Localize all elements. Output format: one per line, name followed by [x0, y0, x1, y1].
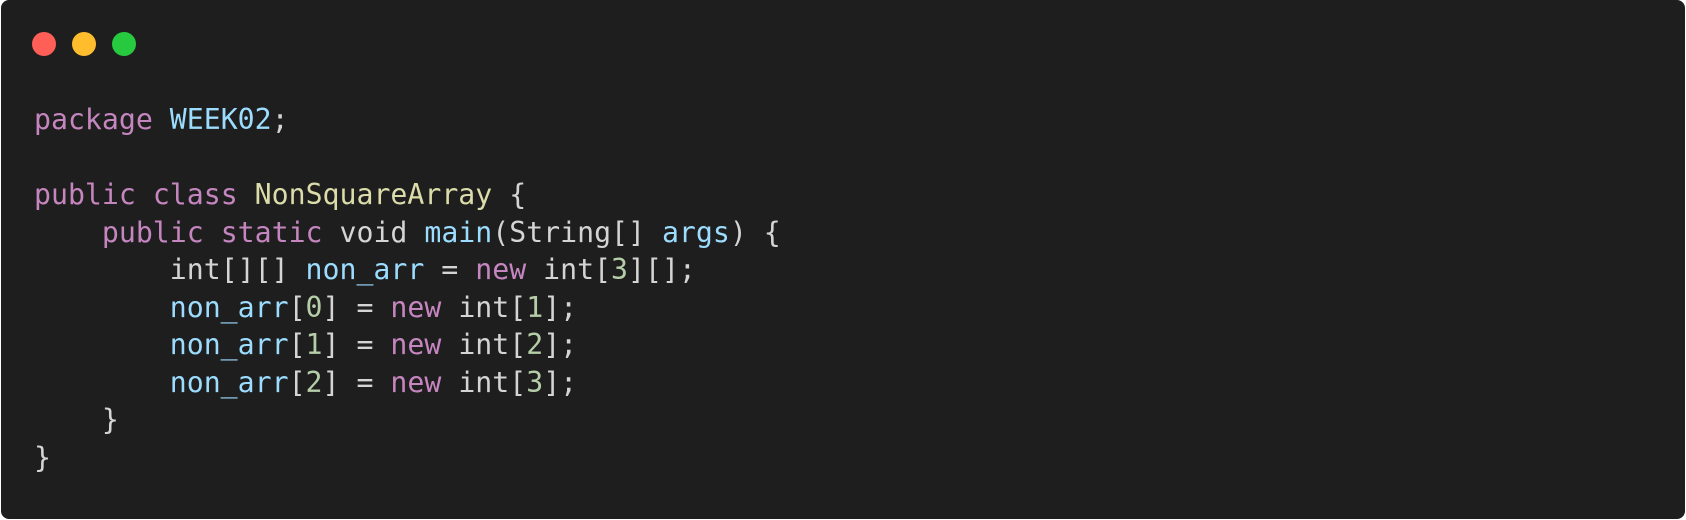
code-token-number: 1	[305, 328, 323, 361]
code-token-identifier: WEEK02	[169, 103, 272, 136]
code-token-plain: {	[492, 178, 527, 211]
code-token-number: 2	[526, 328, 544, 361]
code-token-identifier: non_arr	[305, 253, 425, 286]
code-token-plain: ];	[543, 328, 578, 361]
code-token-plain: }	[34, 440, 51, 474]
code-window: package WEEK02;​public class NonSquareAr…	[1, 0, 1685, 519]
code-line: non_arr[1] = new int[2];	[34, 326, 781, 364]
code-token-plain: [	[288, 365, 306, 399]
code-token-identifier: main	[424, 215, 493, 249]
code-line: ​	[34, 139, 781, 177]
code-line: }	[34, 401, 781, 439]
code-token-plain: ] =	[322, 365, 391, 399]
code-token-plain: int[	[441, 290, 527, 324]
code-block: package WEEK02;​public class NonSquareAr…	[34, 101, 781, 476]
code-token-identifier: non_arr	[169, 365, 289, 399]
code-token-number: 0	[305, 290, 323, 324]
maximize-button[interactable]	[112, 32, 136, 56]
code-token-plain: int[][]	[34, 253, 306, 286]
code-token-plain: ] =	[322, 290, 391, 324]
code-token-identifier: args	[661, 215, 730, 249]
code-token-keyword: static	[220, 215, 323, 249]
code-token-plain: }	[34, 403, 119, 436]
code-token-keyword: new	[390, 365, 442, 399]
code-token-plain: int[	[526, 253, 612, 286]
code-token-plain: ];	[543, 365, 578, 399]
code-token-identifier: non_arr	[169, 290, 289, 324]
window-controls	[32, 32, 136, 56]
code-token-number: 2	[305, 365, 323, 399]
code-line: }	[34, 439, 781, 477]
code-line: public class NonSquareArray {	[34, 176, 781, 214]
code-line: public static void main(String[] args) {	[34, 214, 781, 252]
code-line: non_arr[0] = new int[1];	[34, 289, 781, 327]
code-token-identifier: non_arr	[169, 328, 289, 361]
code-line: int[][] non_arr = new int[3][];	[34, 251, 781, 289]
code-token-keyword: public	[34, 178, 136, 211]
code-token-keyword: package	[34, 103, 153, 136]
code-token-plain: ];	[543, 290, 578, 324]
code-token-plain: (String[]	[492, 215, 662, 249]
code-line: package WEEK02;	[34, 101, 781, 139]
code-line: non_arr[2] = new int[3];	[34, 364, 781, 402]
code-token-number: 3	[526, 365, 544, 399]
code-token-plain: ] =	[322, 328, 391, 361]
code-token-class-name: NonSquareArray	[254, 178, 493, 211]
code-token-keyword: new	[475, 253, 527, 286]
code-token-plain: void	[322, 215, 425, 249]
code-token-number: 1	[526, 290, 544, 324]
code-token-plain: ;	[271, 103, 289, 136]
code-token-plain: [	[288, 328, 306, 361]
code-token-plain: ][];	[628, 253, 696, 286]
code-token-plain: ) {	[729, 215, 781, 249]
code-token-plain: [	[288, 290, 306, 324]
code-token-keyword: class	[152, 178, 238, 211]
code-token-plain: int[	[441, 328, 527, 361]
code-token-number: 3	[611, 253, 629, 286]
code-token-keyword: new	[390, 328, 442, 361]
close-button[interactable]	[32, 32, 56, 56]
code-token-plain: =	[424, 253, 476, 286]
code-token-keyword: public	[101, 215, 204, 249]
code-token-keyword: new	[390, 290, 442, 324]
minimize-button[interactable]	[72, 32, 96, 56]
code-token-plain: int[	[441, 365, 527, 399]
